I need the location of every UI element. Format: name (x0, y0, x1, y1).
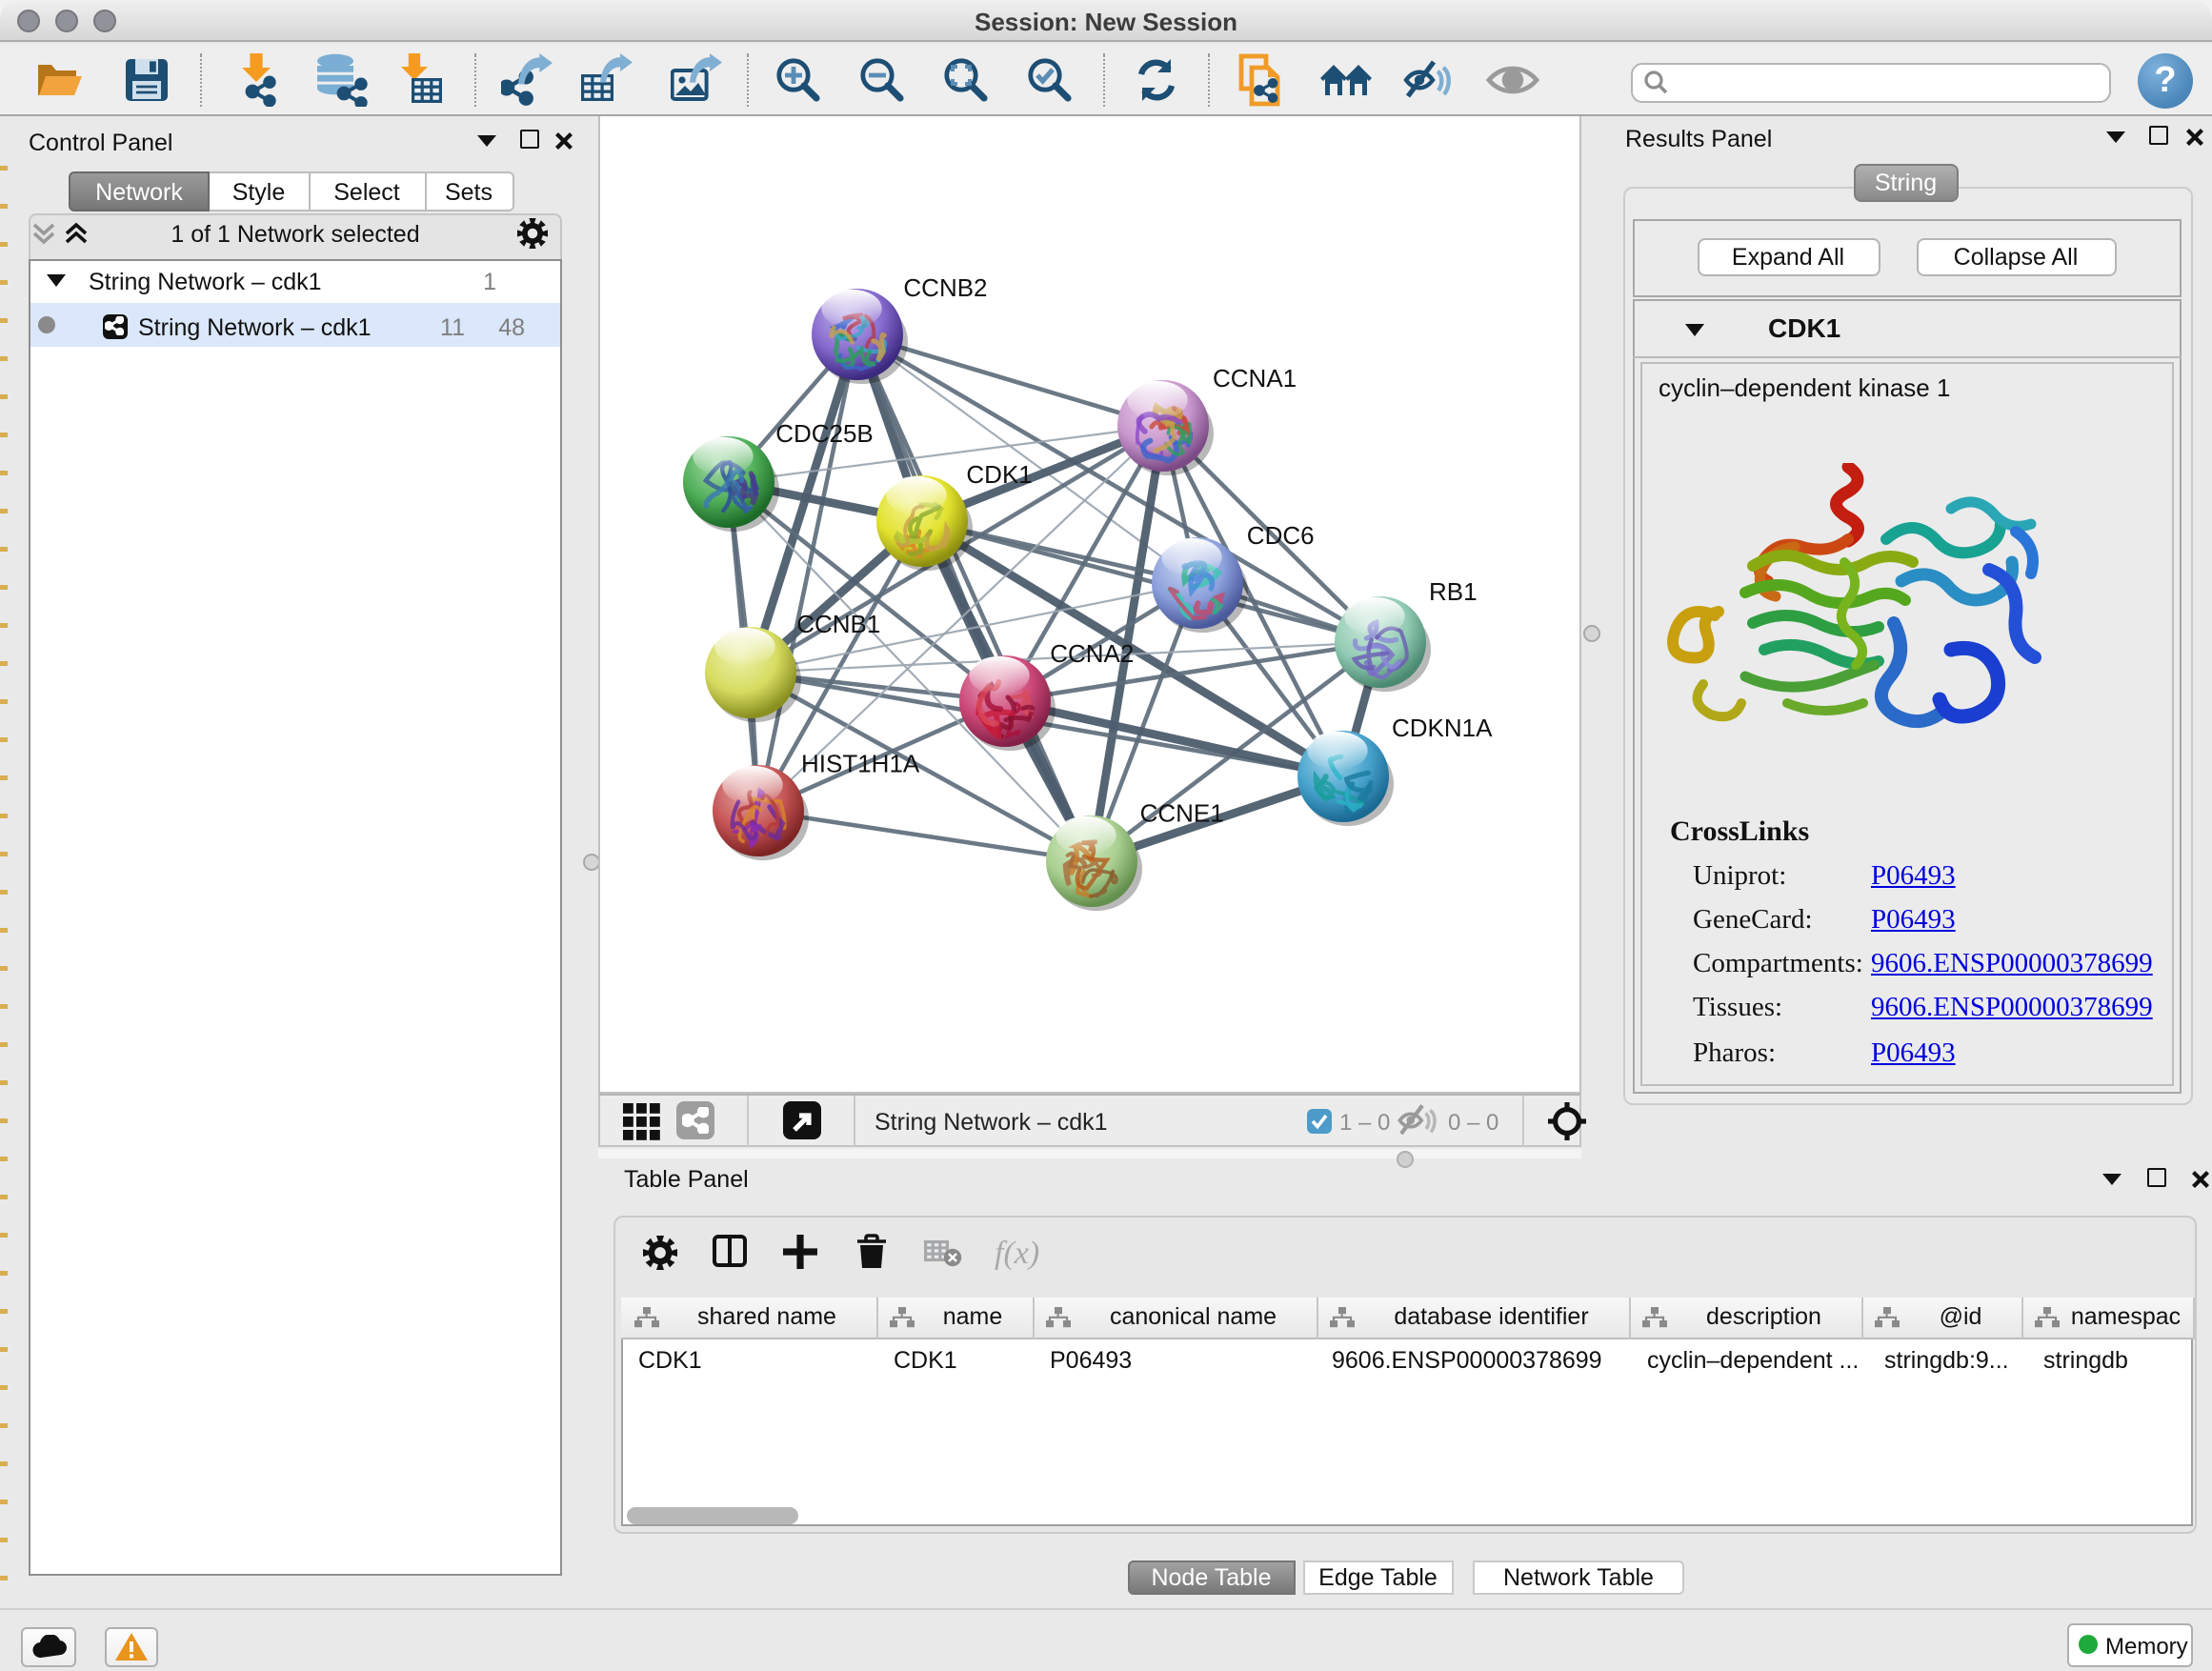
svg-text:CDC25B: CDC25B (775, 419, 874, 448)
svg-text:CDK1: CDK1 (966, 460, 1032, 489)
svg-text:CCNB2: CCNB2 (903, 273, 987, 302)
svg-text:CCNA2: CCNA2 (1050, 639, 1134, 668)
svg-text:RB1: RB1 (1429, 577, 1478, 606)
svg-text:HIST1H1A: HIST1H1A (801, 749, 920, 777)
svg-text:CCNE1: CCNE1 (1140, 799, 1224, 828)
svg-text:CDC6: CDC6 (1247, 521, 1315, 550)
svg-text:CDKN1A: CDKN1A (1392, 714, 1493, 742)
svg-text:CCNA1: CCNA1 (1213, 364, 1297, 393)
svg-text:CCNB1: CCNB1 (796, 610, 880, 638)
